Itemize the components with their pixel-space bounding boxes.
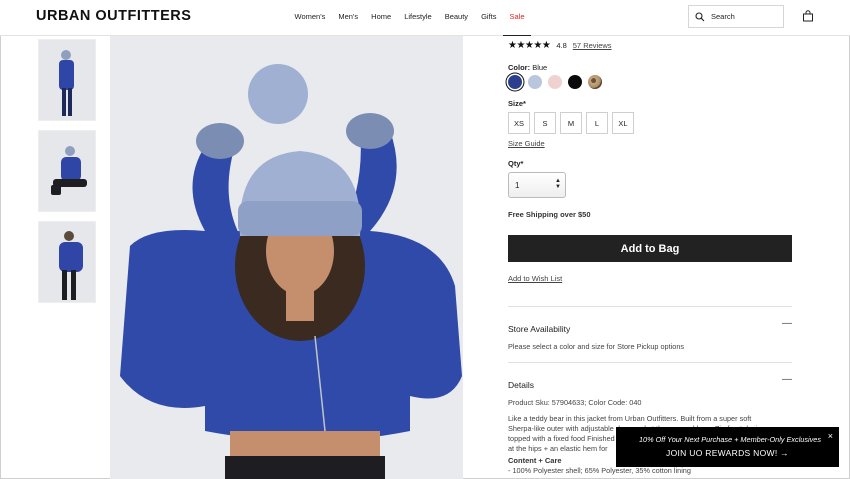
nav-womens[interactable]: Women's (288, 0, 332, 36)
size-s-button[interactable]: S (534, 112, 556, 134)
product-sku: Product Sku: 57904633; Color Code: 040 (508, 398, 642, 407)
divider (508, 362, 792, 363)
brand-logo[interactable]: URBAN OUTFITTERS (36, 8, 191, 24)
thumbnail-3[interactable] (38, 221, 96, 303)
close-icon[interactable]: × (828, 431, 833, 441)
rating-value: 4.8 (556, 41, 567, 50)
nav-lifestyle[interactable]: Lifestyle (398, 0, 439, 36)
size-xs-button[interactable]: XS (508, 112, 530, 134)
size-selector: XS S M L XL (508, 112, 792, 134)
nav-mens[interactable]: Men's (332, 0, 365, 36)
size-l-button[interactable]: L (586, 112, 608, 134)
model-photo (110, 36, 463, 479)
nav-gifts[interactable]: Gifts (475, 0, 503, 36)
nav-sale[interactable]: Sale (502, 0, 531, 36)
color-label: Color: (508, 63, 531, 72)
join-rewards-link[interactable]: JOIN UO REWARDS NOW! → (616, 448, 839, 458)
shipping-note: Free Shipping over $50 (508, 210, 591, 219)
size-m-button[interactable]: M (560, 112, 582, 134)
swatch-black[interactable] (568, 75, 582, 89)
qty-value: 1 (515, 180, 520, 190)
swatch-blue[interactable] (508, 75, 522, 89)
collapse-icon: — (782, 318, 792, 329)
size-label: Size* (508, 99, 526, 108)
thumbnail-1[interactable] (38, 39, 96, 121)
rewards-promo-banner[interactable]: 10% Off Your Next Purchase + Member-Only… (616, 427, 839, 467)
collapse-icon: — (782, 374, 792, 385)
main-nav: Women's Men's Home Lifestyle Beauty Gift… (288, 0, 531, 36)
product-main-image[interactable] (110, 36, 463, 479)
nav-home[interactable]: Home (365, 0, 398, 36)
qty-label: Qty* (508, 159, 524, 168)
rating-row: ★★★★★ 4.8 57 Reviews (508, 40, 792, 51)
nav-beauty[interactable]: Beauty (438, 0, 474, 36)
size-xl-button[interactable]: XL (612, 112, 634, 134)
promo-offer-text: 10% Off Your Next Purchase + Member-Only… (638, 435, 821, 444)
color-value: Blue (532, 63, 548, 72)
add-to-wish-list-link[interactable]: Add to Wish List (508, 274, 792, 283)
shopping-bag-icon[interactable] (802, 10, 814, 22)
add-to-bag-button[interactable]: Add to Bag (508, 235, 792, 262)
divider (508, 306, 792, 307)
search-box[interactable]: Search (688, 5, 784, 28)
thumbnail-2[interactable] (38, 130, 96, 212)
color-row: Color: Blue (508, 63, 792, 72)
rating-stars-icon: ★★★★★ (508, 40, 551, 51)
details-title: Details (508, 380, 534, 390)
thumbnail-3-image (39, 222, 95, 302)
site-header: URBAN OUTFITTERS Women's Men's Home Life… (0, 0, 850, 36)
swatch-leopard[interactable] (588, 75, 602, 89)
swatch-light-blue[interactable] (528, 75, 542, 89)
details-header[interactable]: Details — (508, 375, 792, 393)
select-arrows-icon: ▲ ▼ (555, 178, 561, 190)
thumbnail-1-image (39, 40, 95, 120)
color-swatches (508, 75, 792, 89)
size-guide-link[interactable]: Size Guide (508, 139, 792, 148)
search-label: Search (711, 12, 735, 21)
thumbnail-2-image (39, 131, 95, 211)
store-availability-title: Store Availability (508, 324, 571, 334)
search-icon (695, 11, 705, 21)
swatch-pink[interactable] (548, 75, 562, 89)
qty-select[interactable]: 1 ▲ ▼ (508, 172, 566, 198)
store-availability-header[interactable]: Store Availability — (508, 319, 792, 337)
store-availability-text: Please select a color and size for Store… (508, 342, 685, 351)
reviews-link[interactable]: 57 Reviews (573, 41, 612, 50)
